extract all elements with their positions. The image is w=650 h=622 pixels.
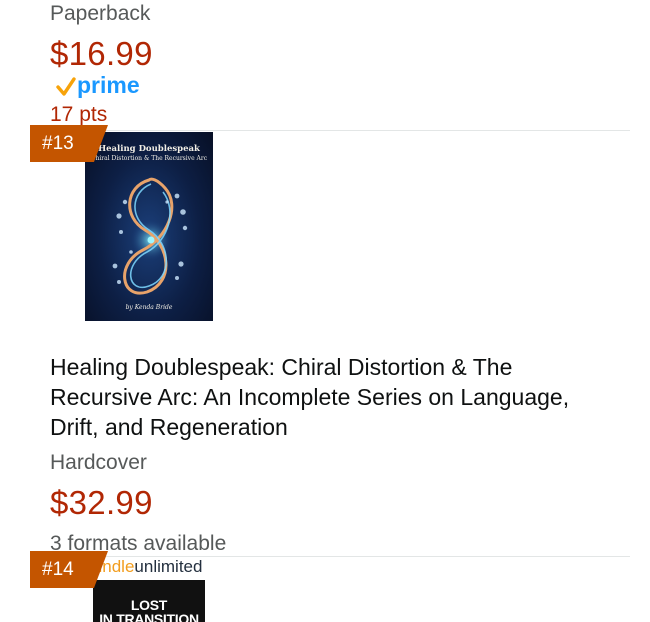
kindle-unlimited-logo: kindleunlimited <box>90 558 202 575</box>
book-price-13: $32.99 <box>50 484 153 521</box>
cover2-line2: IN TRANSITION <box>99 611 199 622</box>
prime-check-icon <box>56 77 76 96</box>
bestseller-list: Paperback $16.99 prime 17 pts #13 Healin… <box>0 0 650 622</box>
prev-item-format[interactable]: Paperback <box>50 3 150 24</box>
prime-badge: prime <box>56 70 140 100</box>
book-format-13[interactable]: Hardcover <box>50 452 147 473</box>
item-divider <box>85 130 630 131</box>
cover-art-spiral-icon <box>112 177 188 295</box>
book-cover-14[interactable]: LOST IN TRANSITION <box>93 580 205 622</box>
book-title-13[interactable]: Healing Doublespeak: Chiral Distortion &… <box>50 352 620 442</box>
cover-author: by Kenda Bride <box>125 304 173 311</box>
prime-label: prime <box>77 71 140 98</box>
ku-logo-unlimited: unlimited <box>134 557 203 576</box>
formats-available-link[interactable]: 3 formats available <box>50 533 226 554</box>
prev-item-points: 17 pts <box>50 103 108 126</box>
book-cover-13[interactable]: Healing Doublespeak Chiral Distortion & … <box>85 132 213 321</box>
prev-item-price: $16.99 <box>50 35 153 72</box>
